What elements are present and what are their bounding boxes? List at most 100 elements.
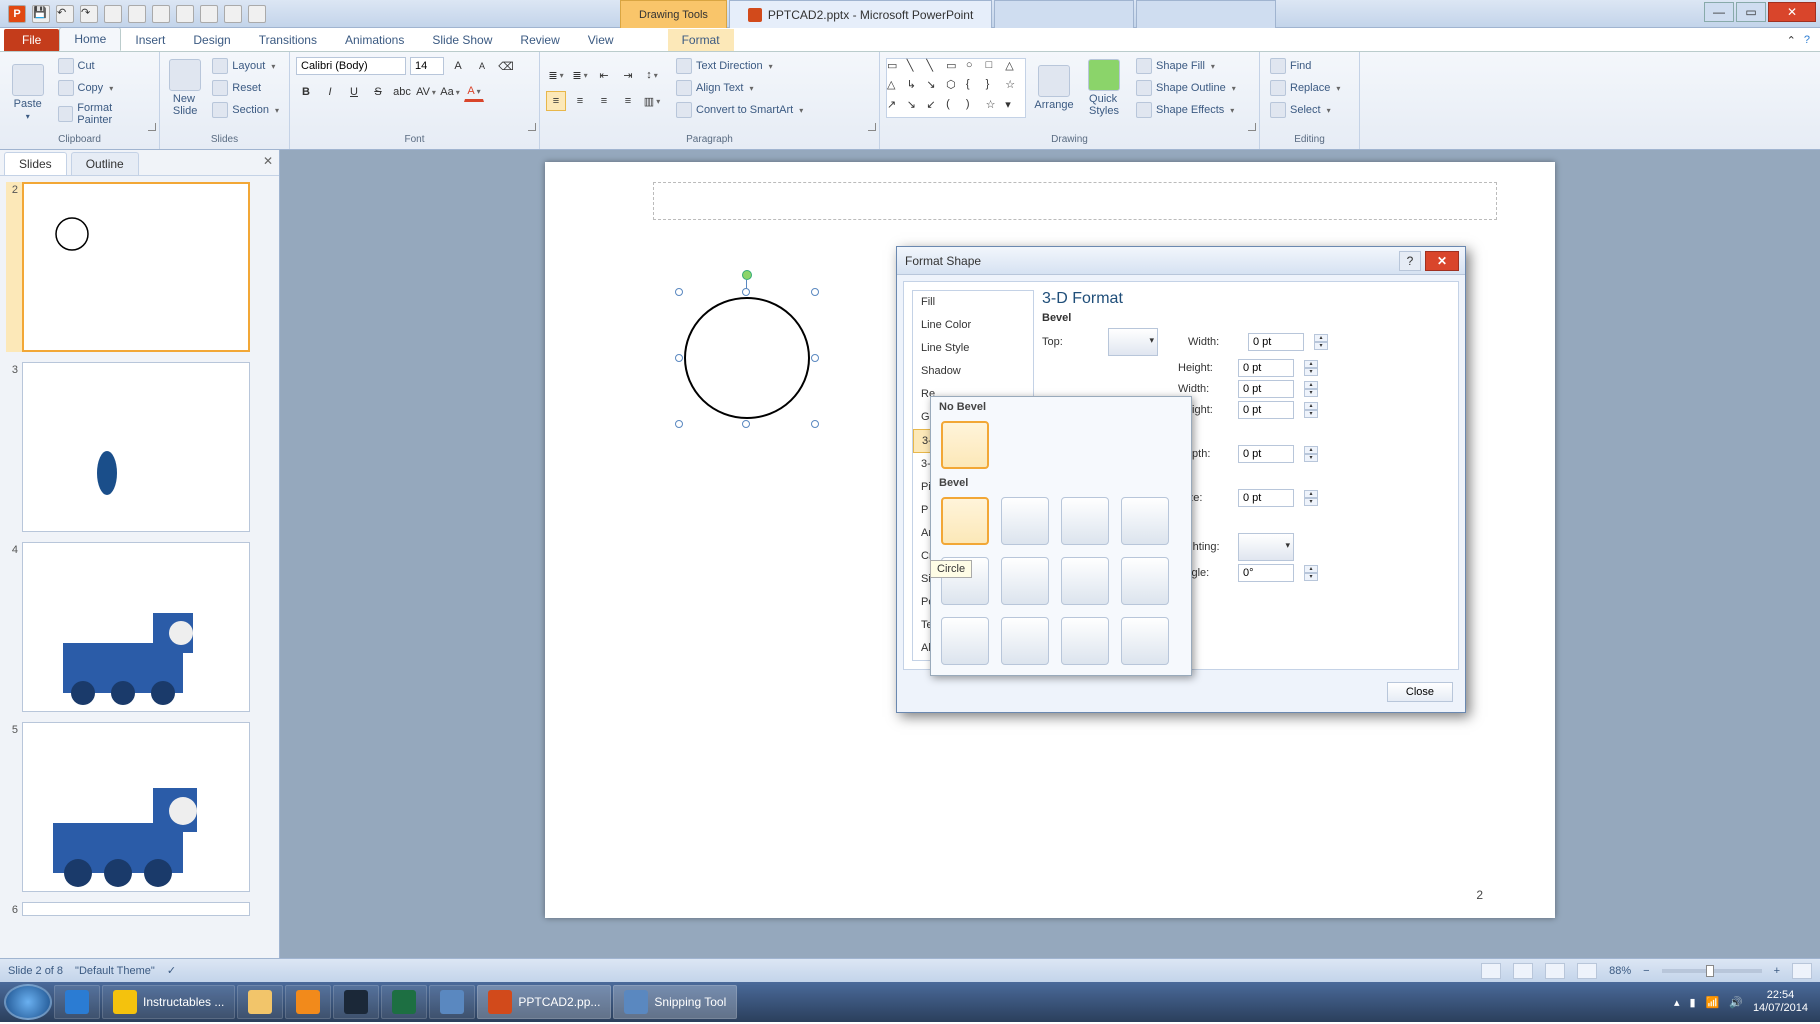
size-input[interactable] — [1238, 489, 1294, 507]
bevel-preset-circle[interactable] — [941, 497, 989, 545]
browser-tab[interactable] — [1136, 0, 1276, 28]
top-bevel-select[interactable] — [1108, 328, 1158, 356]
top-width-input[interactable] — [1248, 333, 1304, 351]
convert-smartart-button[interactable]: Convert to SmartArt — [672, 100, 807, 120]
decrease-indent-icon[interactable]: ⇤ — [594, 65, 614, 85]
cat-line-color[interactable]: Line Color — [913, 314, 1033, 337]
align-center-icon[interactable]: ≡ — [570, 91, 590, 111]
section-button[interactable]: Section — [208, 100, 283, 120]
volume-icon[interactable]: 🔊 — [1729, 996, 1743, 1009]
resize-handle[interactable] — [675, 420, 683, 428]
resize-handle[interactable] — [742, 288, 750, 296]
resize-handle[interactable] — [811, 354, 819, 362]
tab-transitions[interactable]: Transitions — [245, 29, 331, 51]
bold-icon[interactable]: B — [296, 82, 316, 102]
redo-icon[interactable]: ↷ — [80, 5, 98, 23]
reset-button[interactable]: Reset — [208, 78, 283, 98]
slide-thumb-4[interactable]: 4 — [6, 542, 273, 712]
spinner[interactable]: ▴▾ — [1314, 334, 1328, 350]
bevel-preset[interactable] — [1061, 497, 1109, 545]
resize-handle[interactable] — [811, 420, 819, 428]
bevel-preset[interactable] — [1061, 557, 1109, 605]
dialog-launcher-icon[interactable] — [528, 123, 536, 131]
qat-icon[interactable] — [152, 5, 170, 23]
tab-insert[interactable]: Insert — [121, 29, 179, 51]
format-painter-button[interactable]: Format Painter — [54, 100, 154, 128]
spellcheck-icon[interactable]: ✓ — [167, 964, 176, 977]
bevel-preset[interactable] — [1001, 617, 1049, 665]
arrange-button[interactable]: Arrange — [1032, 63, 1076, 113]
dialog-titlebar[interactable]: Format Shape ? ✕ — [897, 247, 1465, 275]
resize-handle[interactable] — [811, 288, 819, 296]
lighting-select[interactable] — [1238, 533, 1294, 561]
rotation-handle[interactable] — [742, 270, 752, 280]
replace-button[interactable]: Replace — [1266, 78, 1353, 98]
shapes-gallery[interactable]: ▭╲╲▭○□△ △↳↘⬡{}☆ ↗↘↙()☆▾ — [886, 58, 1026, 118]
taskbar-excel[interactable] — [381, 985, 427, 1019]
dialog-help-button[interactable]: ? — [1399, 251, 1421, 271]
numbering-icon[interactable]: ≣ — [570, 65, 590, 85]
maximize-button[interactable]: ▭ — [1736, 2, 1766, 22]
clear-format-icon[interactable]: ⌫ — [496, 56, 516, 76]
zoom-in-icon[interactable]: + — [1774, 965, 1780, 977]
increase-indent-icon[interactable]: ⇥ — [618, 65, 638, 85]
bullets-icon[interactable]: ≣ — [546, 65, 566, 85]
resize-handle[interactable] — [675, 354, 683, 362]
change-case-icon[interactable]: Aa — [440, 82, 460, 102]
cat-fill[interactable]: Fill — [913, 291, 1033, 314]
tab-home[interactable]: Home — [59, 27, 121, 51]
shadow-icon[interactable]: abc — [392, 82, 412, 102]
close-button[interactable]: Close — [1387, 682, 1453, 702]
cut-button[interactable]: Cut — [54, 56, 154, 76]
normal-view-icon[interactable] — [1481, 963, 1501, 979]
font-color-icon[interactable]: A — [464, 82, 484, 102]
minimize-button[interactable]: — — [1704, 2, 1734, 22]
italic-icon[interactable]: I — [320, 82, 340, 102]
fit-to-window-icon[interactable] — [1792, 963, 1812, 979]
tab-format[interactable]: Format — [668, 29, 734, 51]
layout-button[interactable]: Layout — [208, 56, 283, 76]
title-placeholder[interactable] — [653, 182, 1497, 220]
qat-icon[interactable] — [128, 5, 146, 23]
taskbar-calc[interactable] — [429, 985, 475, 1019]
select-button[interactable]: Select — [1266, 100, 1353, 120]
copy-button[interactable]: Copy — [54, 78, 154, 98]
shape-fill-button[interactable]: Shape Fill — [1132, 56, 1240, 76]
wifi-icon[interactable]: 📶 — [1706, 996, 1720, 1009]
dialog-launcher-icon[interactable] — [1248, 123, 1256, 131]
start-button[interactable] — [4, 984, 52, 1020]
char-spacing-icon[interactable]: AV — [416, 82, 436, 102]
cat-line-style[interactable]: Line Style — [913, 337, 1033, 360]
qat-icon[interactable] — [176, 5, 194, 23]
window-title-tab[interactable]: PPTCAD2.pptx - Microsoft PowerPoint — [729, 0, 992, 28]
slide-thumb-3[interactable]: 3 — [6, 362, 273, 532]
bottom-height-input[interactable] — [1238, 401, 1294, 419]
tray-chevron-icon[interactable]: ▴ — [1674, 996, 1680, 1009]
font-name-select[interactable] — [296, 57, 406, 75]
shrink-font-icon[interactable]: A — [472, 56, 492, 76]
tab-review[interactable]: Review — [506, 29, 573, 51]
selected-circle-shape[interactable] — [679, 292, 815, 424]
bevel-preset[interactable] — [1001, 557, 1049, 605]
slideshow-view-icon[interactable] — [1577, 963, 1597, 979]
zoom-out-icon[interactable]: − — [1643, 965, 1649, 977]
line-spacing-icon[interactable]: ↕ — [642, 65, 662, 85]
depth-input[interactable] — [1238, 445, 1294, 463]
taskbar-powerpoint[interactable]: PPTCAD2.pp... — [477, 985, 611, 1019]
tab-view[interactable]: View — [574, 29, 628, 51]
dialog-close-button[interactable]: ✕ — [1425, 251, 1459, 271]
spinner[interactable]: ▴▾ — [1304, 446, 1318, 462]
bevel-preset[interactable] — [1121, 497, 1169, 545]
columns-icon[interactable]: ▥ — [642, 91, 662, 111]
qat-icon[interactable] — [248, 5, 266, 23]
spinner[interactable]: ▴▾ — [1304, 490, 1318, 506]
align-left-icon[interactable]: ≡ — [546, 91, 566, 111]
qat-icon[interactable] — [200, 5, 218, 23]
bevel-preset[interactable] — [1001, 497, 1049, 545]
dialog-launcher-icon[interactable] — [148, 123, 156, 131]
bevel-preset[interactable] — [1121, 557, 1169, 605]
spinner[interactable]: ▴▾ — [1304, 402, 1318, 418]
tab-slideshow[interactable]: Slide Show — [418, 29, 506, 51]
underline-icon[interactable]: U — [344, 82, 364, 102]
save-icon[interactable]: 💾 — [32, 5, 50, 23]
